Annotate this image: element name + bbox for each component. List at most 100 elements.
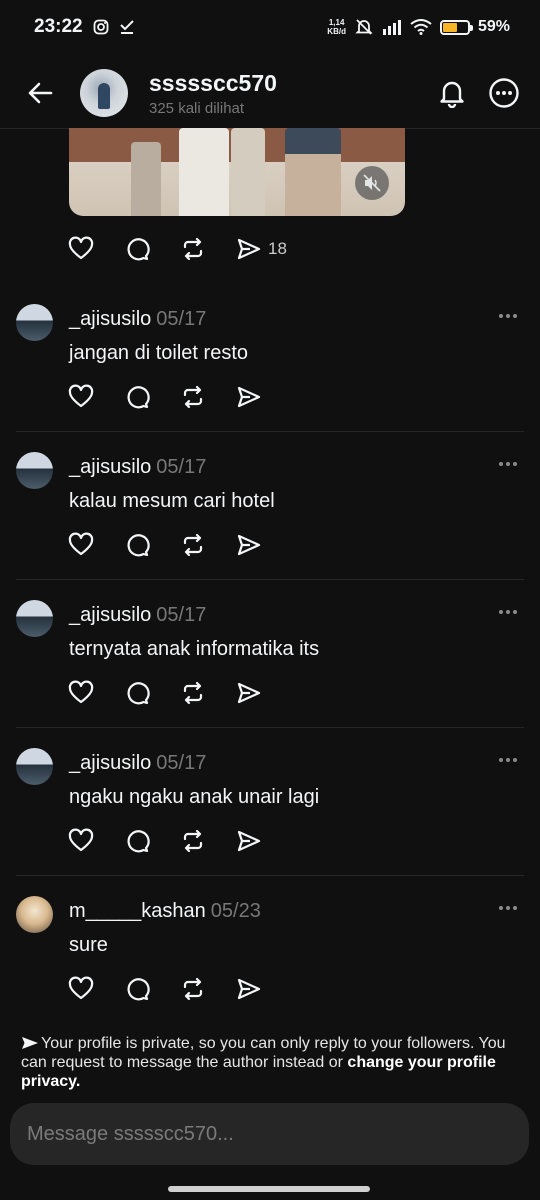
commenter-avatar[interactable] (16, 896, 53, 933)
commenter-username[interactable]: m_____kashan (69, 900, 206, 922)
view-count: 325 kali dilihat (149, 99, 245, 117)
comment-more-button[interactable] (496, 898, 520, 918)
commenter-username[interactable]: _ajisusilo (69, 752, 151, 774)
more-options-button[interactable] (488, 77, 520, 109)
comment-item: _ajisusilo 05/17 jangan di toilet resto (0, 284, 540, 432)
comment-item: m_____kashan 05/23 sure (0, 876, 540, 1024)
commenter-avatar[interactable] (16, 748, 53, 785)
video-figure (179, 128, 229, 216)
bell-icon (440, 81, 464, 108)
instagram-icon (93, 19, 109, 35)
comment-bubble-icon (124, 828, 150, 854)
comment-item: _ajisusilo 05/17 ngaku ngaku anak unair l… (0, 728, 540, 876)
comment-bubble-icon (127, 238, 150, 261)
like-button[interactable] (68, 680, 124, 706)
author-username[interactable]: ssssscc570 (149, 70, 438, 97)
home-indicator[interactable] (168, 1186, 370, 1192)
reply-button[interactable] (124, 828, 180, 854)
send-icon (236, 976, 262, 1002)
comment-bubble-icon (124, 384, 150, 410)
share-button[interactable] (236, 828, 292, 854)
heart-icon (68, 236, 94, 260)
repost-button[interactable] (180, 976, 236, 1002)
commenter-avatar[interactable] (16, 600, 53, 637)
network-speed: 1,14 KB/d (327, 18, 346, 36)
like-button[interactable] (68, 384, 124, 410)
comment-action-row (68, 976, 292, 1002)
share-button[interactable]: 18 (236, 236, 292, 262)
comment-bubble-icon (124, 680, 150, 706)
repost-icon (180, 828, 206, 854)
heart-icon (68, 384, 94, 410)
battery-icon (439, 19, 473, 35)
commenter-username[interactable]: _ajisusilo (69, 308, 151, 330)
repost-button[interactable] (180, 236, 236, 262)
like-button[interactable] (68, 828, 124, 854)
comment-bubble-icon (124, 976, 150, 1002)
share-button[interactable] (236, 384, 292, 410)
heart-icon (68, 828, 94, 854)
arrow-left-icon (28, 82, 53, 104)
comment-action-row (68, 532, 292, 558)
commenter-avatar[interactable] (16, 452, 53, 489)
speaker-muted-icon (363, 174, 381, 192)
comment-more-button[interactable] (496, 454, 520, 474)
repost-icon (180, 532, 206, 558)
send-icon (236, 532, 262, 558)
like-button[interactable] (68, 532, 124, 558)
download-done-icon (119, 19, 135, 35)
comment-bubble-icon (124, 532, 150, 558)
back-button[interactable] (20, 73, 60, 113)
comment-more-button[interactable] (496, 750, 520, 770)
post-video[interactable] (69, 128, 405, 216)
send-icon (236, 680, 262, 706)
reply-button[interactable] (124, 384, 180, 410)
ellipsis-icon (498, 757, 518, 763)
repost-icon (180, 680, 206, 706)
signal-icon (382, 19, 402, 35)
ellipsis-icon (498, 461, 518, 467)
heart-icon (68, 680, 94, 706)
repost-icon (183, 237, 203, 261)
reply-button[interactable] (124, 680, 180, 706)
comment-date: 05/17 (156, 308, 207, 330)
like-button[interactable] (68, 236, 124, 262)
private-profile-notice: Your profile is private, so you can only… (21, 1034, 521, 1091)
comment-item: _ajisusilo 05/17 kalau mesum cari hotel (0, 432, 540, 580)
reply-button[interactable] (124, 236, 180, 262)
video-figure (131, 142, 161, 216)
repost-button[interactable] (180, 680, 236, 706)
comment-more-button[interactable] (496, 602, 520, 622)
comment-item: _ajisusilo 05/17 ternyata anak informatik… (0, 580, 540, 728)
video-figure (285, 128, 341, 216)
repost-button[interactable] (180, 384, 236, 410)
ellipsis-icon (498, 609, 518, 615)
commenter-username[interactable]: _ajisusilo (69, 604, 151, 626)
comment-date: 05/23 (210, 900, 261, 922)
share-button[interactable] (236, 680, 292, 706)
message-input-placeholder: Message ssssscc570... (27, 1122, 234, 1145)
comment-action-row (68, 384, 292, 410)
comment-text: ternyata anak informatika its (69, 638, 320, 660)
comment-text: kalau mesum cari hotel (69, 490, 275, 512)
repost-button[interactable] (180, 828, 236, 854)
comment-date: 05/17 (156, 604, 207, 626)
repost-button[interactable] (180, 532, 236, 558)
comment-more-button[interactable] (496, 306, 520, 326)
notification-bell-button[interactable] (438, 78, 466, 108)
comment-action-row (68, 828, 292, 854)
share-button[interactable] (236, 532, 292, 558)
reply-button[interactable] (124, 532, 180, 558)
more-circle-icon (489, 78, 519, 108)
mute-toggle-button[interactable] (355, 166, 389, 200)
like-button[interactable] (68, 976, 124, 1002)
message-input[interactable]: Message ssssscc570... (10, 1103, 529, 1165)
commenter-username[interactable]: _ajisusilo (69, 456, 151, 478)
commenter-avatar[interactable] (16, 304, 53, 341)
author-avatar[interactable] (80, 69, 128, 117)
send-icon (236, 384, 262, 410)
reply-button[interactable] (124, 976, 180, 1002)
status-bar: 23:22 1,14 KB/d 59% (0, 0, 540, 54)
share-button[interactable] (236, 976, 292, 1002)
wifi-icon (410, 19, 432, 35)
